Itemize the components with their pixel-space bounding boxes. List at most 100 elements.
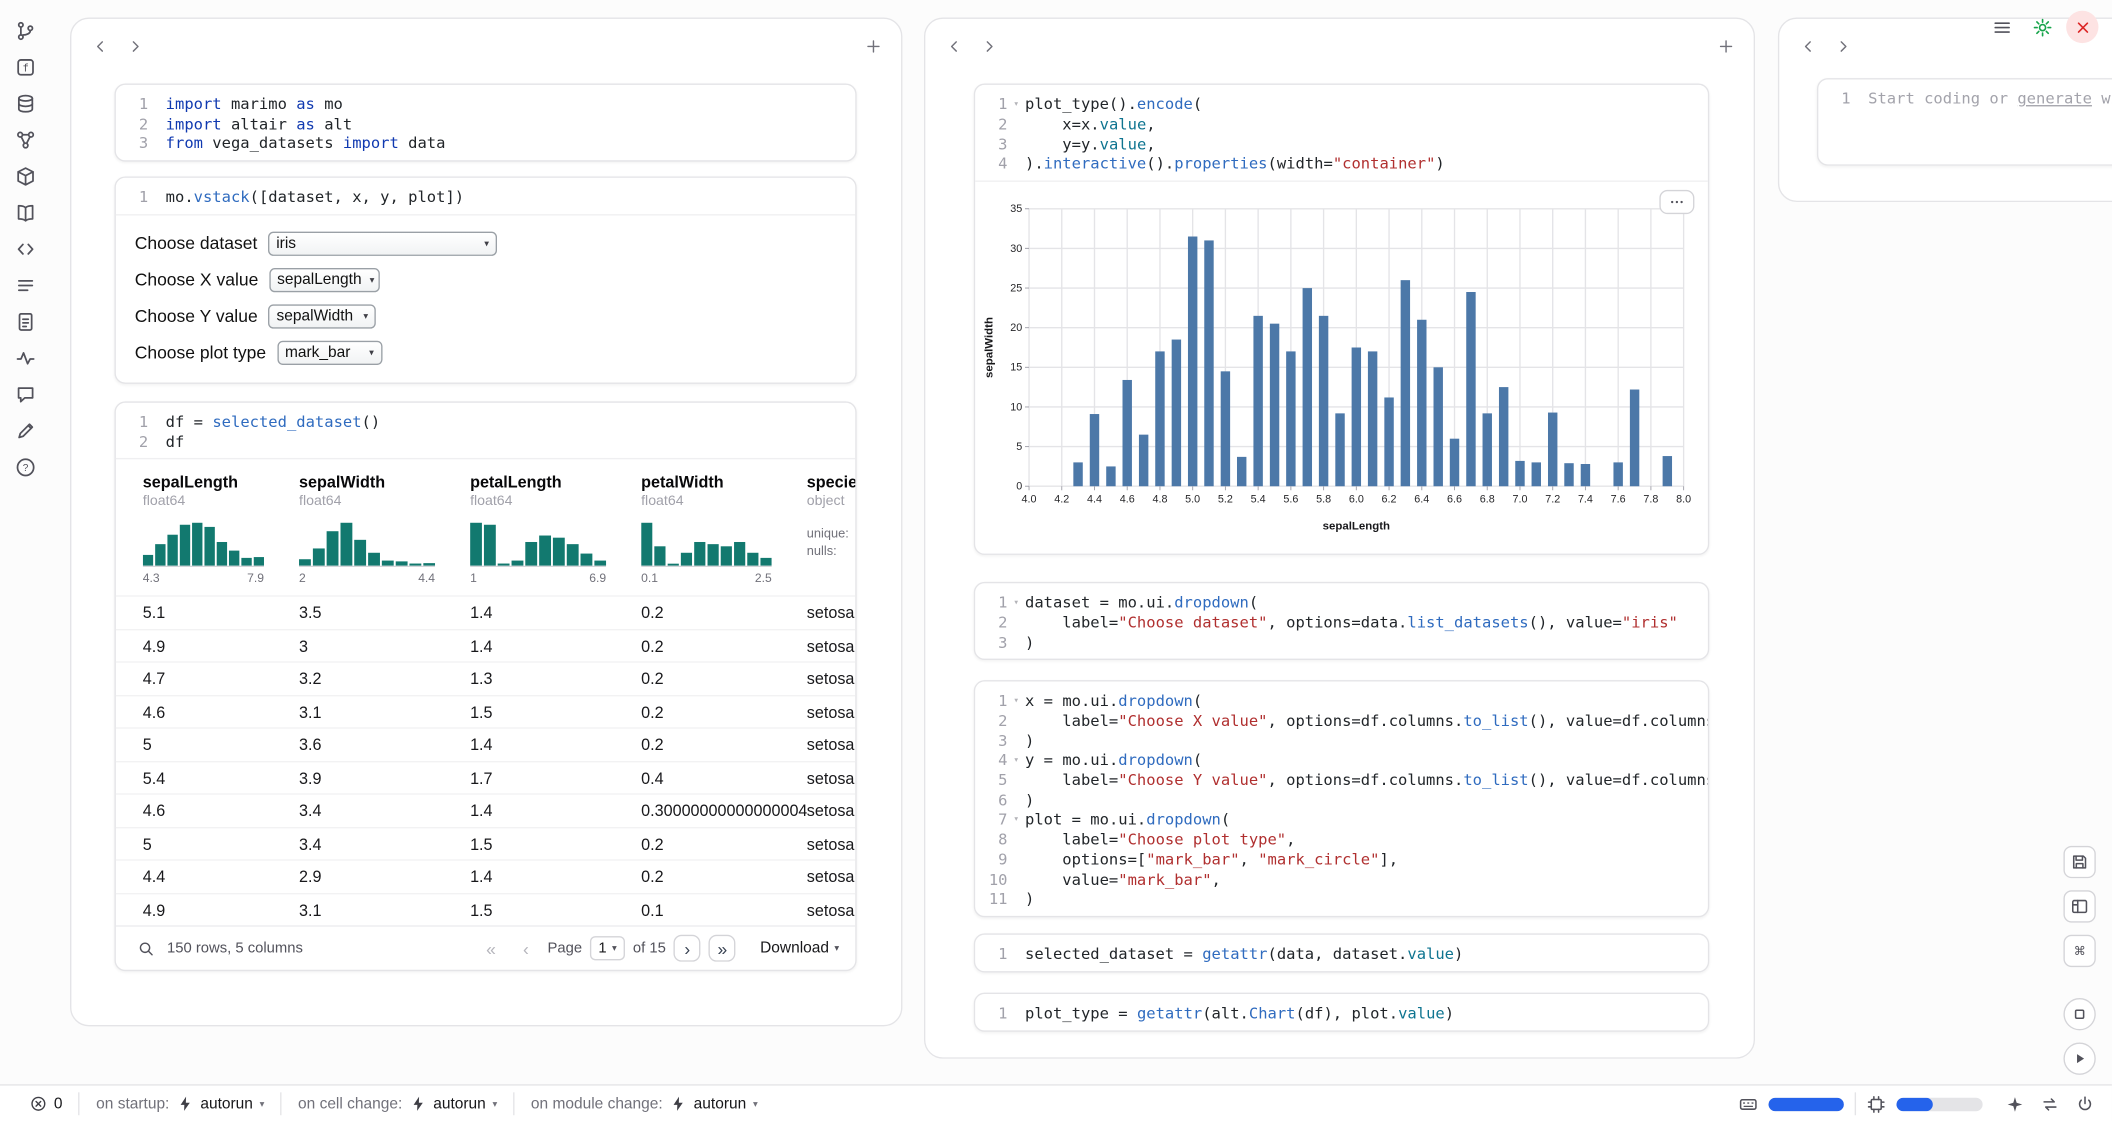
x-value-dropdown[interactable]: sepalLength▾ bbox=[269, 267, 379, 291]
svg-text:6.4: 6.4 bbox=[1414, 493, 1429, 505]
column-histogram[interactable]: 24.4 bbox=[299, 523, 470, 585]
code-line: label="Choose dataset", options=data.lis… bbox=[1025, 613, 1678, 633]
column-header-petalWidth[interactable]: petalWidthfloat64 bbox=[641, 473, 807, 509]
datasources-icon[interactable] bbox=[9, 86, 43, 120]
power-button[interactable] bbox=[2072, 1090, 2099, 1117]
save-button[interactable] bbox=[2063, 846, 2095, 878]
annotate-icon[interactable] bbox=[9, 413, 43, 447]
dependencies-icon[interactable] bbox=[9, 123, 43, 157]
packages-icon[interactable] bbox=[9, 159, 43, 193]
cell-dataframe: 1df = selected_dataset()2df sepalLengthf… bbox=[114, 401, 856, 971]
keyboard-icon[interactable] bbox=[1739, 1094, 1758, 1113]
table-row[interactable]: 4.63.41.40.30000000000000004setosa bbox=[116, 794, 855, 827]
table-search-button[interactable] bbox=[132, 935, 159, 962]
on-startup-chip[interactable]: on startup:autorun▾ bbox=[80, 1086, 281, 1122]
prev-page-button[interactable]: ‹ bbox=[513, 935, 540, 962]
code-line: y=y.value, bbox=[1025, 134, 1156, 154]
code-editor[interactable]: 1selected_dataset = getattr(data, datase… bbox=[975, 935, 1708, 971]
table-cell: 3.1 bbox=[299, 696, 470, 728]
column-histogram[interactable]: 16.9 bbox=[470, 523, 641, 585]
stop-button[interactable] bbox=[2063, 998, 2095, 1030]
column-header-sepalWidth[interactable]: sepalWidthfloat64 bbox=[299, 473, 470, 509]
close-icon bbox=[2072, 17, 2092, 37]
code-editor[interactable]: 1▾x = mo.ui.dropdown(2 label="Choose X v… bbox=[975, 682, 1708, 916]
ai-assistant-button[interactable] bbox=[2001, 1090, 2028, 1117]
move-column-left-button[interactable] bbox=[939, 31, 969, 61]
column-header-petalLength[interactable]: petalLengthfloat64 bbox=[470, 473, 641, 509]
table-row[interactable]: 4.73.21.30.2setosa bbox=[116, 662, 855, 695]
move-column-right-button[interactable] bbox=[1828, 31, 1858, 61]
fold-spacer bbox=[148, 432, 166, 452]
code-editor[interactable]: 1mo.vstack([dataset, x, y, plot]) bbox=[116, 178, 855, 214]
fold-icon[interactable]: ▾ bbox=[1007, 94, 1025, 114]
move-column-right-button[interactable] bbox=[974, 31, 1004, 61]
table-row[interactable]: 4.42.91.40.2setosa bbox=[116, 860, 855, 893]
y-value-dropdown[interactable]: sepalWidth▾ bbox=[268, 304, 376, 328]
next-page-button[interactable]: › bbox=[674, 935, 701, 962]
sparkle-icon bbox=[2006, 1094, 2025, 1113]
code-editor[interactable]: 1▾dataset = mo.ui.dropdown(2 label="Choo… bbox=[975, 583, 1708, 659]
table-row[interactable]: 4.93.11.50.1setosa bbox=[116, 893, 855, 926]
download-button[interactable]: Download ▾ bbox=[760, 940, 839, 956]
column-header-species[interactable]: speciesobject bbox=[807, 473, 857, 509]
notebook-menu-button[interactable] bbox=[1985, 11, 2017, 43]
panel-layout-button[interactable] bbox=[2063, 890, 2095, 922]
dropdown-row: Choose plot typemark_bar▾ bbox=[135, 340, 837, 364]
table-row[interactable]: 4.63.11.50.2setosa bbox=[116, 695, 855, 728]
code-editor[interactable]: 1import marimo as mo2import altair as al… bbox=[116, 85, 855, 160]
logs-icon[interactable] bbox=[9, 268, 43, 302]
table-row[interactable]: 53.61.40.2setosa bbox=[116, 728, 855, 761]
vega-chart[interactable]: 4.04.24.44.64.85.05.25.45.65.86.06.26.46… bbox=[981, 198, 1708, 535]
cell-chart: 1▾plot_type().encode(2 x=x.value,3 y=y.v… bbox=[974, 84, 1709, 555]
add-column-button[interactable] bbox=[1711, 31, 1741, 61]
error-count-button[interactable]: 0 bbox=[13, 1086, 78, 1122]
dataframe-table: sepalLengthfloat64sepalWidthfloat64petal… bbox=[116, 460, 855, 926]
last-page-button[interactable]: » bbox=[709, 935, 736, 962]
plot-type-dropdown[interactable]: mark_bar▾ bbox=[277, 340, 382, 364]
documentation-icon[interactable] bbox=[9, 195, 43, 229]
tracing-icon[interactable] bbox=[9, 341, 43, 375]
cell-xy-plot-dropdowns: 1▾x = mo.ui.dropdown(2 label="Choose X v… bbox=[974, 680, 1709, 917]
settings-button[interactable] bbox=[2026, 11, 2058, 43]
dataset-dropdown[interactable]: iris▾ bbox=[268, 231, 497, 255]
help-icon[interactable]: ? bbox=[9, 450, 43, 484]
column-histogram[interactable]: 4.37.9 bbox=[143, 523, 299, 585]
add-column-button[interactable] bbox=[858, 31, 888, 61]
table-row[interactable]: 5.13.51.40.2setosa bbox=[116, 596, 855, 629]
generate-with-ai-link[interactable]: generate bbox=[2017, 89, 2092, 108]
column-header-sepalLength[interactable]: sepalLengthfloat64 bbox=[143, 473, 299, 509]
fold-icon[interactable]: ▾ bbox=[1007, 593, 1025, 613]
chevron-down-icon: ▾ bbox=[369, 347, 374, 358]
svg-text:4.2: 4.2 bbox=[1054, 493, 1069, 505]
page-select[interactable]: 1 ▾ bbox=[590, 936, 625, 960]
move-column-right-button[interactable] bbox=[120, 31, 150, 61]
code-line: from vega_datasets import data bbox=[166, 134, 446, 154]
fold-icon[interactable]: ▾ bbox=[1007, 810, 1025, 830]
table-row[interactable]: 53.41.50.2setosa bbox=[116, 827, 855, 860]
scratchpad-icon[interactable] bbox=[9, 304, 43, 338]
column-histogram[interactable]: 0.12.5 bbox=[641, 523, 807, 585]
code-editor[interactable]: 1df = selected_dataset()2df bbox=[116, 403, 855, 458]
move-column-left-button[interactable] bbox=[1793, 31, 1823, 61]
on-cell-change-chip[interactable]: on cell change:autorun▾ bbox=[282, 1086, 514, 1122]
table-row[interactable]: 5.43.91.70.4setosa bbox=[116, 761, 855, 794]
switch-runtime-button[interactable] bbox=[2037, 1090, 2064, 1117]
move-column-left-button[interactable] bbox=[85, 31, 115, 61]
code-editor[interactable]: 1▾plot_type().encode(2 x=x.value,3 y=y.v… bbox=[975, 85, 1708, 180]
chart-options-button[interactable] bbox=[1659, 190, 1694, 214]
first-page-button[interactable]: « bbox=[477, 935, 504, 962]
run-all-button[interactable] bbox=[2063, 1043, 2095, 1075]
fold-icon[interactable]: ▾ bbox=[1007, 691, 1025, 711]
line-number: 2 bbox=[986, 613, 1008, 633]
fold-icon[interactable]: ▾ bbox=[1007, 750, 1025, 770]
chat-icon[interactable] bbox=[9, 377, 43, 411]
table-row[interactable]: 4.931.40.2setosa bbox=[116, 629, 855, 662]
marimo-file-icon[interactable]: f bbox=[9, 50, 43, 84]
on-module-change-chip[interactable]: on module change:autorun▾ bbox=[515, 1086, 774, 1122]
code-editor[interactable]: 1plot_type = getattr(alt.Chart(df), plot… bbox=[975, 994, 1708, 1030]
command-palette-button[interactable]: ⌘ bbox=[2063, 935, 2095, 967]
shutdown-button[interactable] bbox=[2066, 11, 2098, 43]
snippets-icon[interactable] bbox=[9, 232, 43, 266]
code-editor[interactable]: 1 Start coding or generate with AI bbox=[1818, 79, 2112, 115]
file-explorer-icon[interactable] bbox=[9, 13, 43, 47]
